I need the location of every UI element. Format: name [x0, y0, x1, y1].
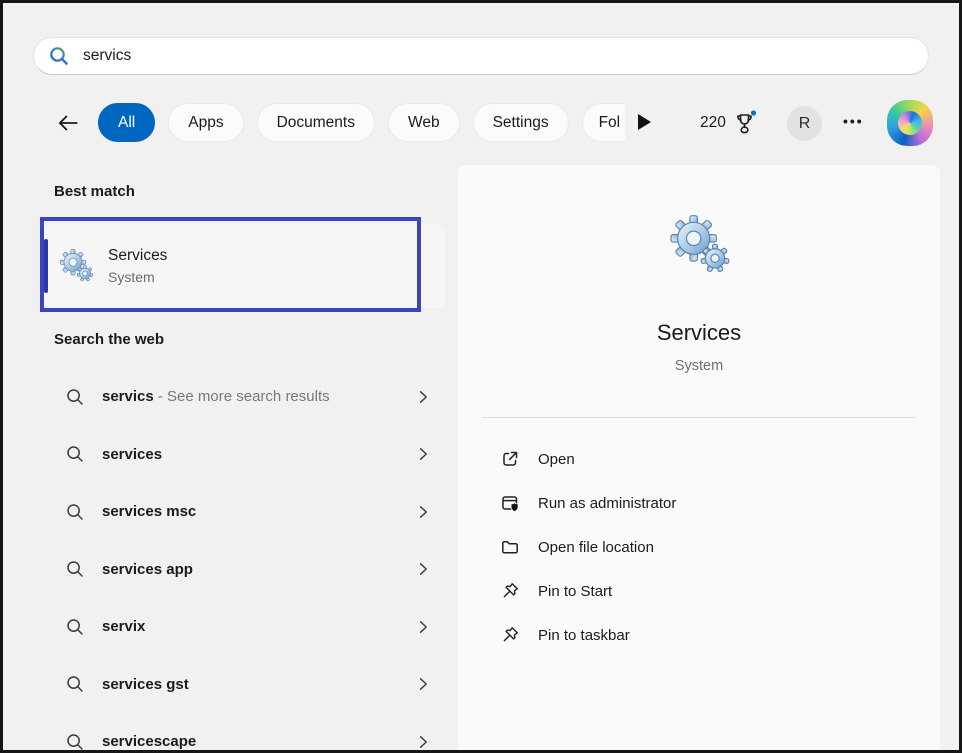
trophy-icon: [732, 109, 758, 137]
action-pin-to-start[interactable]: Pin to Start: [458, 569, 940, 613]
details-title: Services: [458, 320, 940, 346]
suggestion-query: services msc: [102, 503, 196, 520]
avatar[interactable]: R: [787, 106, 822, 141]
search-icon: [65, 732, 85, 752]
selection-accent-bar: [44, 239, 48, 293]
pin-icon: [500, 625, 520, 645]
suggestion-query: servicescape: [102, 733, 196, 750]
tab-settings[interactable]: Settings: [473, 103, 569, 142]
back-arrow-icon: [55, 110, 81, 136]
copilot-icon[interactable]: [887, 100, 933, 146]
search-window: All Apps Documents Web Settings Fol 220 …: [0, 0, 962, 753]
open-external-icon: [500, 449, 520, 469]
suggestion-suffix: - See more search results: [154, 388, 330, 405]
details-panel: Services System Open: [458, 165, 940, 750]
back-button[interactable]: [53, 108, 83, 138]
best-match-title: Services: [108, 247, 167, 265]
search-input[interactable]: [83, 47, 914, 65]
tab-folders-clipped[interactable]: Fol: [582, 103, 625, 142]
suggestion-row[interactable]: services: [44, 426, 445, 484]
suggestion-row[interactable]: servix: [44, 598, 445, 656]
action-label: Open: [538, 451, 575, 468]
suggestion-row[interactable]: services app: [44, 541, 445, 599]
details-subtitle: System: [458, 358, 940, 374]
services-gears-icon-large: [458, 213, 940, 277]
action-run-as-administrator[interactable]: Run as administrator: [458, 481, 940, 525]
rewards-button[interactable]: 220: [700, 109, 758, 137]
search-icon: [65, 559, 85, 579]
action-open[interactable]: Open: [458, 437, 940, 481]
pin-icon: [500, 581, 520, 601]
search-icon: [65, 387, 85, 407]
actions-list: Open Run as administrator: [458, 437, 940, 657]
suggestion-row[interactable]: services gst: [44, 656, 445, 714]
tab-apps[interactable]: Apps: [168, 103, 243, 142]
chevron-right-icon: [415, 389, 431, 405]
action-label: Run as administrator: [538, 495, 676, 512]
action-label: Open file location: [538, 539, 654, 556]
suggestion-row[interactable]: servics - See more search results: [44, 368, 445, 426]
more-options-button[interactable]: •••: [843, 113, 864, 129]
suggestion-query: services: [102, 446, 162, 463]
rewards-points: 220: [700, 114, 726, 132]
suggestion-query: servix: [102, 618, 145, 635]
search-the-web-header: Search the web: [54, 331, 164, 348]
folder-icon: [500, 537, 520, 557]
chevron-right-icon: [415, 504, 431, 520]
search-icon: [65, 674, 85, 694]
tab-all[interactable]: All: [98, 103, 155, 142]
filter-tabs: All Apps Documents Web Settings Fol: [98, 103, 625, 142]
chevron-right-icon: [415, 734, 431, 750]
best-match-item-services[interactable]: Services System: [44, 224, 445, 308]
tab-web[interactable]: Web: [388, 103, 460, 142]
suggestion-row[interactable]: services msc: [44, 483, 445, 541]
search-icon: [65, 444, 85, 464]
suggestion-query: servics: [102, 388, 154, 405]
action-pin-to-taskbar[interactable]: Pin to taskbar: [458, 613, 940, 657]
services-gears-icon: [58, 248, 94, 284]
chevron-right-icon: [415, 446, 431, 462]
search-icon: [65, 502, 85, 522]
search-icon: [65, 617, 85, 637]
divider: [482, 417, 916, 418]
best-match-subtitle: System: [108, 269, 167, 285]
chevron-right-icon: [415, 561, 431, 577]
action-open-file-location[interactable]: Open file location: [458, 525, 940, 569]
suggestion-query: services gst: [102, 676, 189, 693]
action-label: Pin to Start: [538, 583, 612, 600]
play-arrow-icon[interactable]: [634, 113, 654, 133]
search-icon: [48, 45, 70, 67]
suggestion-row[interactable]: servicescape: [44, 713, 445, 753]
best-match-header: Best match: [54, 183, 135, 200]
web-suggestions-list: servics - See more search results servic…: [44, 368, 445, 753]
tab-documents[interactable]: Documents: [257, 103, 375, 142]
suggestion-query: services app: [102, 561, 193, 578]
search-bar: [33, 37, 929, 75]
chevron-right-icon: [415, 619, 431, 635]
admin-shield-icon: [500, 493, 520, 513]
chevron-right-icon: [415, 676, 431, 692]
action-label: Pin to taskbar: [538, 627, 630, 644]
